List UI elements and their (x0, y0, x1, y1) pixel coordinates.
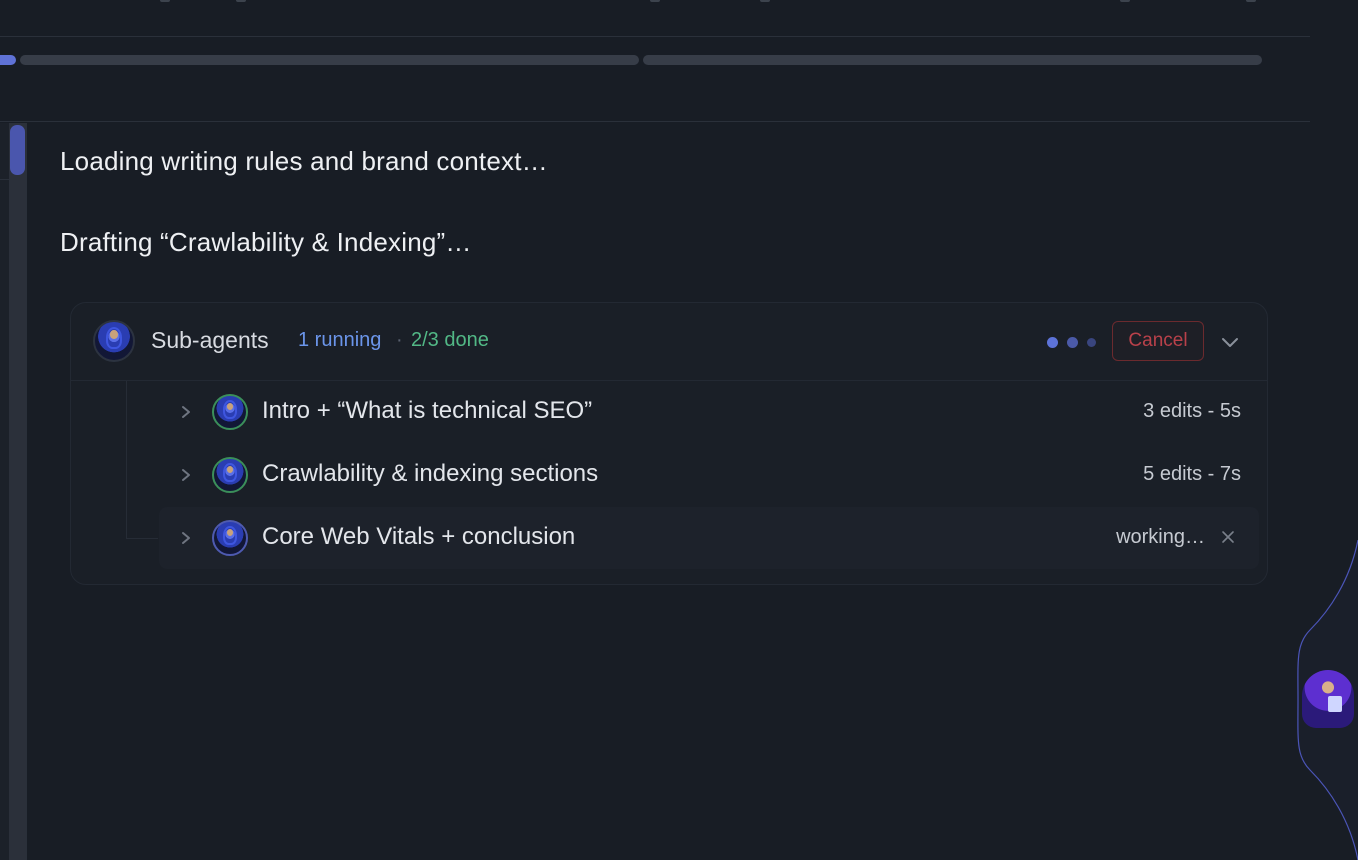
cancel-button[interactable]: Cancel (1112, 321, 1204, 361)
count-separator: · (396, 329, 403, 351)
subagent-status: working… (1116, 526, 1205, 548)
top-header-strip (0, 0, 1310, 37)
subagent-label: Core Web Vitals + conclusion (262, 523, 576, 550)
subagent-avatar-icon (212, 394, 248, 430)
agent-avatar-icon (93, 320, 135, 362)
chevron-right-icon[interactable] (179, 529, 193, 547)
chevron-right-icon[interactable] (179, 403, 193, 421)
done-count: 2/3 done (411, 329, 489, 351)
close-icon[interactable] (1219, 528, 1237, 546)
scrollbar-track[interactable] (9, 123, 26, 860)
subagent-stats: 3 edits - 5s (1143, 400, 1241, 422)
header-text-fragment (1120, 0, 1130, 2)
progress-segment (20, 55, 639, 65)
subagent-stats: 5 edits - 7s (1143, 463, 1241, 485)
tree-connector-branch (126, 538, 158, 539)
header-text-fragment (650, 0, 660, 2)
subagent-row[interactable]: Intro + “What is technical SEO” 3 edits … (159, 381, 1259, 443)
loading-dot (1047, 337, 1058, 348)
subagent-avatar-icon (212, 520, 248, 556)
progress-segment (643, 55, 1262, 65)
scrollbar-thumb[interactable] (10, 125, 25, 175)
subagents-title: Sub-agents (151, 327, 269, 353)
running-count: 1 running (298, 329, 382, 351)
progress-bar-row (0, 38, 1310, 122)
subagents-card: Sub-agents 1 running · 2/3 done Cancel I… (70, 302, 1268, 585)
header-text-fragment (760, 0, 770, 2)
tree-connector (126, 381, 127, 539)
loading-dot (1067, 337, 1078, 348)
assistant-document-icon (1328, 696, 1342, 712)
subagent-avatar-icon (212, 457, 248, 493)
avatar-face (110, 330, 118, 339)
status-message-loading: Loading writing rules and brand context… (60, 146, 548, 176)
chevron-right-icon[interactable] (179, 466, 193, 484)
subagent-row[interactable]: Crawlability & indexing sections 5 edits… (159, 444, 1259, 506)
chevron-down-icon[interactable] (1217, 329, 1243, 355)
header-text-fragment (1246, 0, 1256, 2)
progress-fill (0, 55, 16, 65)
subagent-row-active[interactable]: Core Web Vitals + conclusion working… (159, 507, 1259, 569)
header-text-fragment (236, 0, 246, 2)
status-message-drafting: Drafting “Crawlability & Indexing”… (60, 227, 472, 257)
subagent-label: Crawlability & indexing sections (262, 460, 599, 487)
subagent-label: Intro + “What is technical SEO” (262, 397, 593, 424)
subagents-header[interactable]: Sub-agents 1 running · 2/3 done Cancel (71, 303, 1267, 381)
header-text-fragment (160, 0, 170, 2)
app-page: Loading writing rules and brand context…… (0, 0, 1358, 860)
loading-dots-icon (1047, 337, 1101, 349)
loading-dot (1087, 338, 1096, 347)
assistant-avatar-icon[interactable] (1302, 670, 1354, 728)
